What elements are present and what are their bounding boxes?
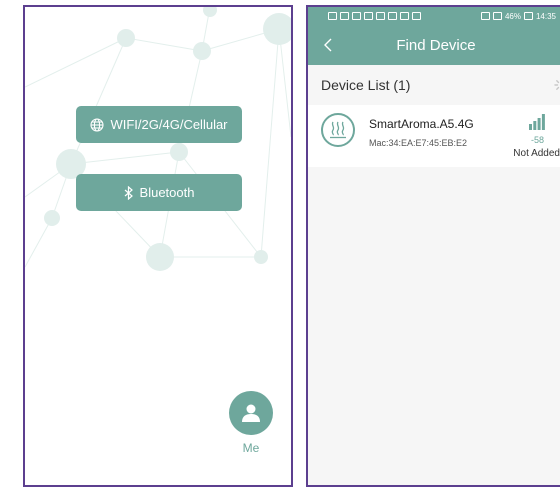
device-list-title: Device List (1) [321, 77, 411, 93]
bluetooth-label: Bluetooth [139, 185, 195, 200]
device-list-header: Device List (1) [308, 65, 560, 105]
battery-percent: 46% [504, 11, 521, 21]
image-icon [376, 12, 385, 20]
status-time: 14:35 [535, 11, 556, 21]
loading-spinner-icon [554, 80, 560, 90]
device-rssi: -58 [530, 135, 544, 145]
device-list-empty-area [308, 167, 560, 485]
chevron-left-icon[interactable] [318, 35, 338, 55]
aroma-diffuser-icon [321, 113, 355, 147]
signal-strength-icon [529, 114, 545, 130]
me-label: Me [242, 441, 260, 455]
messenger-icon [400, 12, 409, 20]
title-bar: Find Device [308, 25, 560, 65]
facebook-icon [388, 12, 397, 20]
notification-icon [412, 12, 421, 20]
status-bar: 46% 14:35 [308, 7, 560, 25]
signal-icon [340, 12, 349, 20]
globe-icon [90, 117, 105, 132]
nfc-icon [352, 12, 361, 20]
page-title: Find Device [396, 36, 476, 54]
device-name: SmartAroma.A5.4G [369, 117, 474, 131]
device-list-item[interactable]: SmartAroma.A5.4G Mac:34:EA:E7:45:EB:E2 -… [308, 105, 560, 167]
wifi-cellular-button[interactable]: WIFI/2G/4G/Cellular [76, 106, 242, 143]
find-device-screen: 46% 14:35 Find Device Device List (1) Sm… [306, 5, 560, 487]
device-mac: Mac:34:EA:E7:45:EB:E2 [369, 138, 468, 148]
device-status: Not Added [513, 148, 560, 159]
bluetooth-icon [124, 185, 134, 200]
wifi-cellular-label: WIFI/2G/4G/Cellular [110, 117, 228, 132]
login-mode-screen: WIFI/2G/4G/Cellular Bluetooth Me [23, 5, 293, 487]
battery-icon [523, 12, 533, 20]
me-nav-item[interactable]: Me [228, 391, 274, 455]
app-header: 46% 14:35 Find Device [308, 7, 560, 65]
status-left-icons [328, 12, 421, 20]
alarm-icon [480, 12, 490, 20]
camera-icon [364, 12, 373, 20]
person-icon[interactable] [229, 391, 273, 435]
bluetooth-button[interactable]: Bluetooth [76, 174, 242, 211]
status-right: 46% 14:35 [480, 11, 556, 21]
carrier-icon [328, 12, 337, 20]
bluetooth-status-icon [492, 12, 502, 20]
